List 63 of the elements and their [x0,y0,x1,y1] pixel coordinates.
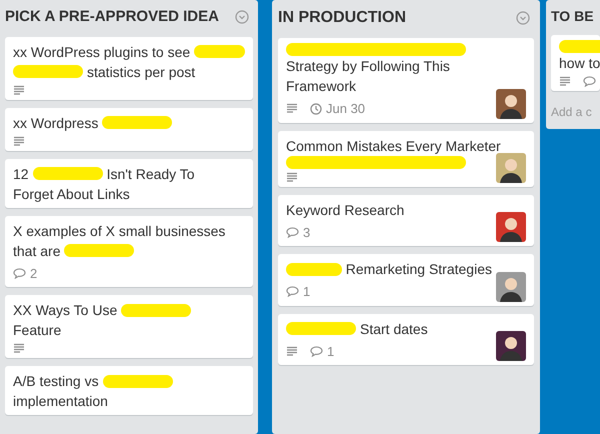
comment-icon [583,76,596,87]
list-title: IN PRODUCTION [278,8,406,28]
clock-icon [310,102,322,115]
comment-icon [286,226,299,238]
card[interactable]: A/B testing vs implementation [5,366,253,415]
card-title: Common Mistakes Every Marketer [286,136,501,156]
card-title: Strategy by Following This [286,57,450,76]
list-title: PICK A PRE-APPROVED IDEA [5,7,219,27]
card[interactable]: XX Ways To Use Feature [5,295,253,358]
comment-icon [13,268,26,279]
card-title: statistics per post [87,62,196,82]
card-title: implementation [13,392,108,411]
comment-icon [310,346,323,357]
comment-count: 1 [303,283,310,301]
redaction-mark [102,116,172,129]
description-icon [13,343,25,354]
redaction-mark [286,322,356,335]
due-date: Jun 30 [326,100,366,118]
card-title: X examples of X small businesses [13,222,226,240]
card[interactable]: Common Mistakes Every Marketer [278,130,534,186]
card-title: Feature [13,321,62,340]
description-icon [13,84,25,96]
card-title: XX Ways To Use [13,301,118,320]
card-title: that are [13,242,60,260]
card-title: Start dates [360,320,428,338]
card-title: xx Wordpress [13,114,98,132]
card[interactable]: Keyword Research 3 [278,194,534,246]
redaction-mark [286,262,342,276]
chevron-down-icon[interactable] [516,11,530,25]
description-icon [286,172,298,182]
card[interactable]: Start dates 1 [278,314,534,365]
comment-icon [286,286,299,298]
description-icon [559,76,571,87]
card[interactable]: Remarketing Strategies 1 [278,254,534,306]
card-title: Forget About Links [13,184,130,204]
comment-count: 1 [327,342,334,360]
description-icon [286,103,298,114]
description-icon [13,136,25,146]
card[interactable]: 12 Isn't Ready To Forget About Links [5,158,253,208]
card-title: Keyword Research [286,200,404,220]
comment-count: 2 [30,264,38,282]
card-title: A/B testing vs [13,372,99,391]
redaction-mark [102,374,173,388]
card[interactable]: Strategy by Following This Framework Jun 30 [278,38,534,122]
card-title: Framework [286,77,356,96]
card-title: Isn't Ready To [106,164,195,184]
redaction-mark [64,244,134,257]
description-icon [286,346,298,357]
card[interactable]: xx WordPress plugins to see statistics per post [5,36,253,100]
redaction-mark [13,65,83,78]
chevron-down-icon[interactable] [235,10,249,24]
redaction-mark [194,45,245,58]
list-title: TO BE [551,7,594,26]
redaction-mark [121,304,192,316]
card[interactable]: xx Wordpress [5,108,253,150]
card-title: Remarketing Strategies [346,260,492,279]
card-title: xx WordPress plugins to see [13,42,190,62]
redaction-mark [32,167,103,180]
card[interactable]: X examples of X small businesses that are 2 [5,216,253,287]
card-title: 12 [13,164,29,184]
card[interactable]: how to [551,35,600,91]
comment-count: 3 [303,224,310,242]
card-title: how to [559,54,600,73]
